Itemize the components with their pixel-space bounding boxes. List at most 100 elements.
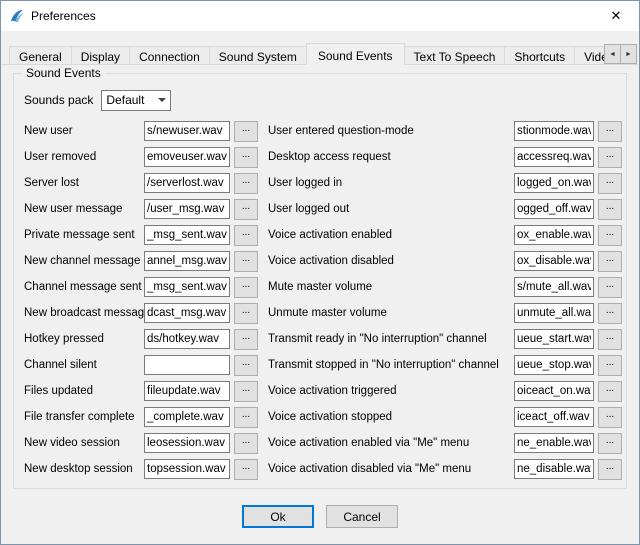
event-label: Voice activation triggered: [268, 385, 514, 397]
browse-button[interactable]: ...: [598, 121, 622, 142]
sounds-pack-value: Default: [106, 93, 144, 107]
event-label: Voice activation enabled via "Me" menu: [268, 437, 514, 449]
app-icon: [9, 8, 25, 24]
event-sound-input[interactable]: [514, 251, 594, 271]
event-label: Files updated: [24, 385, 144, 397]
browse-button[interactable]: ...: [598, 173, 622, 194]
event-row: New user message ...: [24, 196, 258, 222]
browse-button[interactable]: ...: [598, 433, 622, 454]
browse-button[interactable]: ...: [234, 173, 258, 194]
event-label: Voice activation disabled: [268, 255, 514, 267]
event-sound-input[interactable]: [144, 407, 230, 427]
tab-shortcuts[interactable]: Shortcuts: [504, 46, 575, 65]
close-button[interactable]: ✕: [593, 1, 639, 31]
sounds-pack-select[interactable]: Default: [101, 90, 171, 111]
event-sound-input[interactable]: [144, 433, 230, 453]
event-row: Desktop access request ...: [268, 144, 622, 170]
browse-button[interactable]: ...: [234, 407, 258, 428]
event-sound-input[interactable]: [144, 459, 230, 479]
event-row: New channel message ...: [24, 248, 258, 274]
browse-button[interactable]: ...: [234, 459, 258, 480]
tab-text-to-speech[interactable]: Text To Speech: [404, 46, 506, 65]
event-label: Transmit ready in "No interruption" chan…: [268, 333, 514, 345]
browse-button[interactable]: ...: [234, 251, 258, 272]
browse-button[interactable]: ...: [234, 225, 258, 246]
browse-button[interactable]: ...: [598, 459, 622, 480]
browse-button[interactable]: ...: [234, 329, 258, 350]
event-sound-input[interactable]: [144, 303, 230, 323]
tab-bar: GeneralDisplayConnectionSound SystemSoun…: [1, 43, 639, 65]
sound-events-group: Sound Events Sounds pack Default New use…: [13, 73, 627, 489]
tab-sound-system[interactable]: Sound System: [209, 46, 307, 65]
event-sound-input[interactable]: [144, 147, 230, 167]
tab-general[interactable]: General: [9, 46, 72, 65]
event-sound-input[interactable]: [144, 121, 230, 141]
tab-strip: GeneralDisplayConnectionSound SystemSoun…: [1, 31, 639, 65]
preferences-window: Preferences ✕ GeneralDisplayConnectionSo…: [0, 0, 640, 545]
tab-display[interactable]: Display: [71, 46, 130, 65]
event-sound-input[interactable]: [144, 225, 230, 245]
event-sound-input[interactable]: [144, 355, 230, 375]
event-sound-input[interactable]: [144, 277, 230, 297]
event-label: Channel message sent: [24, 281, 144, 293]
tab-sound-events[interactable]: Sound Events: [306, 43, 405, 65]
browse-button[interactable]: ...: [234, 355, 258, 376]
event-sound-input[interactable]: [514, 147, 594, 167]
group-title: Sound Events: [22, 66, 105, 80]
event-label: Desktop access request: [268, 151, 514, 163]
event-sound-input[interactable]: [144, 251, 230, 271]
cancel-button[interactable]: Cancel: [326, 505, 398, 528]
event-sound-input[interactable]: [514, 329, 594, 349]
event-row: User logged in ...: [268, 170, 622, 196]
event-sound-input[interactable]: [514, 121, 594, 141]
event-sound-input[interactable]: [514, 303, 594, 323]
browse-button[interactable]: ...: [234, 381, 258, 402]
event-row: Private message sent ...: [24, 222, 258, 248]
browse-button[interactable]: ...: [598, 329, 622, 350]
event-sound-input[interactable]: [514, 459, 594, 479]
event-sound-input[interactable]: [514, 173, 594, 193]
browse-button[interactable]: ...: [234, 277, 258, 298]
browse-button[interactable]: ...: [598, 381, 622, 402]
event-label: Voice activation disabled via "Me" menu: [268, 463, 514, 475]
event-row: Hotkey pressed ...: [24, 326, 258, 352]
ok-button[interactable]: Ok: [242, 505, 314, 528]
event-sound-input[interactable]: [514, 225, 594, 245]
event-label: New user message: [24, 203, 144, 215]
event-sound-input[interactable]: [144, 329, 230, 349]
event-row: Voice activation enabled via "Me" menu .…: [268, 430, 622, 456]
browse-button[interactable]: ...: [598, 303, 622, 324]
event-sound-input[interactable]: [514, 407, 594, 427]
browse-button[interactable]: ...: [598, 199, 622, 220]
event-sound-input[interactable]: [514, 381, 594, 401]
event-sound-input[interactable]: [514, 433, 594, 453]
event-sound-input[interactable]: [514, 277, 594, 297]
browse-button[interactable]: ...: [234, 433, 258, 454]
browse-button[interactable]: ...: [598, 407, 622, 428]
browse-button[interactable]: ...: [234, 303, 258, 324]
event-row: Mute master volume ...: [268, 274, 622, 300]
event-sound-input[interactable]: [514, 199, 594, 219]
event-sound-input[interactable]: [144, 199, 230, 219]
event-row: New desktop session ...: [24, 456, 258, 482]
browse-button[interactable]: ...: [234, 147, 258, 168]
browse-button[interactable]: ...: [598, 225, 622, 246]
tab-scroll-right-button[interactable]: ►: [620, 44, 637, 64]
browse-button[interactable]: ...: [234, 121, 258, 142]
browse-button[interactable]: ...: [598, 251, 622, 272]
event-sound-input[interactable]: [514, 355, 594, 375]
browse-button[interactable]: ...: [598, 147, 622, 168]
tab-connection[interactable]: Connection: [129, 46, 210, 65]
event-label: Hotkey pressed: [24, 333, 144, 345]
event-sound-input[interactable]: [144, 173, 230, 193]
browse-button[interactable]: ...: [598, 355, 622, 376]
event-row: User entered question-mode ...: [268, 118, 622, 144]
event-label: Channel silent: [24, 359, 144, 371]
titlebar: Preferences ✕: [1, 1, 639, 31]
event-label: New channel message: [24, 255, 144, 267]
event-sound-input[interactable]: [144, 381, 230, 401]
tab-scroll-left-button[interactable]: ◄: [604, 44, 621, 64]
event-row: User logged out ...: [268, 196, 622, 222]
browse-button[interactable]: ...: [234, 199, 258, 220]
browse-button[interactable]: ...: [598, 277, 622, 298]
